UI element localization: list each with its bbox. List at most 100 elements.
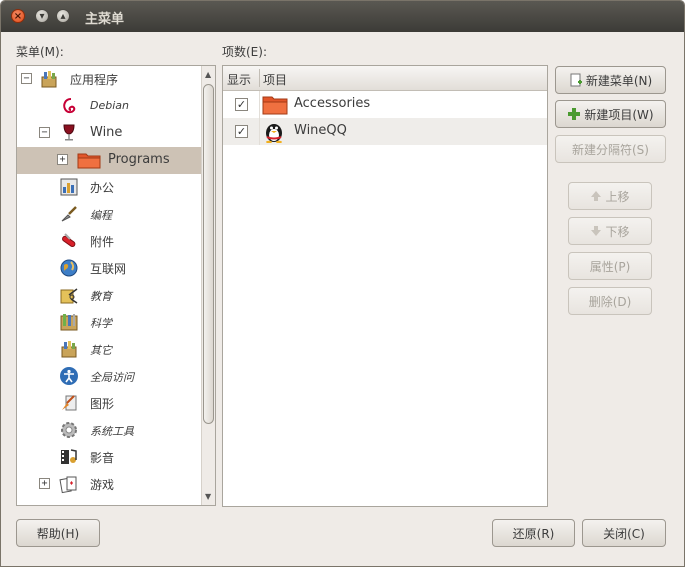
move-up-button-label: 上移 (605, 189, 630, 204)
tree-scrollbar-thumb[interactable] (203, 84, 214, 424)
folder-icon (262, 96, 288, 115)
tree-item-label: 全局访问 (90, 371, 134, 384)
properties-button[interactable]: 属性(P) (568, 252, 652, 280)
science-icon (60, 314, 78, 331)
tree-item-label: Wine (90, 125, 123, 140)
move-down-button-label: 下移 (605, 224, 630, 239)
tree-item-games[interactable]: + 游戏 (17, 471, 202, 498)
maximize-window-button[interactable]: ▴ (56, 9, 70, 23)
list-item[interactable]: ✓ WineQQ (223, 118, 547, 145)
list-item[interactable]: ✓ Accessories (223, 91, 547, 118)
arrow-up-icon (591, 191, 602, 201)
tree-item-debian[interactable]: Debian (17, 93, 202, 120)
debian-icon (63, 98, 76, 114)
expand-icon[interactable]: + (57, 154, 68, 165)
accessibility-icon (60, 367, 78, 385)
tree-item-internet[interactable]: 互联网 (17, 255, 202, 282)
window-title: 主菜单 (85, 12, 125, 27)
tree-item-label: 科学 (90, 317, 112, 330)
qq-penguin-icon (266, 124, 282, 143)
delete-button-label: 删除(D) (588, 294, 632, 309)
column-separator (259, 69, 260, 87)
wine-glass-icon (63, 124, 75, 141)
other-icon (61, 341, 77, 358)
tree-item-label: 影音 (90, 451, 115, 465)
tree-item-label: Programs (108, 152, 170, 167)
new-separator-button[interactable]: 新建分隔符(S) (555, 135, 666, 163)
tree-item-multimedia[interactable]: 影音 (17, 444, 202, 471)
new-menu-button[interactable]: 新建菜单(N) (555, 66, 666, 94)
menus-label: 菜单(M): (16, 45, 64, 59)
column-separator (259, 118, 260, 145)
folder-icon (77, 153, 101, 169)
collapse-icon[interactable]: − (39, 127, 50, 138)
tree-item-label: 图形 (90, 397, 115, 411)
properties-button-label: 属性(P) (589, 259, 631, 274)
close-button-label: 关闭(C) (603, 526, 645, 541)
tree-scrollbar[interactable]: ▲ ▼ (201, 66, 215, 505)
titlebar[interactable]: × ▾ ▴ 主菜单 (1, 1, 684, 32)
folder-icon (39, 501, 59, 506)
tree-item-programming[interactable]: 编程 (17, 201, 202, 228)
delete-button[interactable]: 删除(D) (568, 287, 652, 315)
tree-item-label: 办公 (90, 181, 115, 195)
new-item-button[interactable]: 新建项目(W) (555, 100, 666, 128)
list-item-name: WineQQ (294, 123, 347, 138)
column-separator (259, 91, 260, 118)
office-chart-icon (60, 178, 78, 196)
tree-item-label: 其它 (90, 344, 112, 357)
column-header-show[interactable]: 显示 (227, 71, 251, 88)
column-header-item[interactable]: 项目 (263, 71, 287, 88)
scroll-up-icon[interactable]: ▲ (205, 70, 211, 79)
move-down-button[interactable]: 下移 (568, 217, 652, 245)
multimedia-icon (61, 449, 77, 464)
applications-icon (41, 71, 57, 88)
tree-item-science[interactable]: 科学 (17, 309, 202, 336)
move-up-button[interactable]: 上移 (568, 182, 652, 210)
close-window-button[interactable]: × (11, 9, 25, 23)
show-checkbox[interactable]: ✓ (235, 98, 248, 111)
menu-tree[interactable]: − 应用程序 Debian − Wine + Programs 办公 编程 附件… (16, 65, 216, 506)
scroll-down-icon[interactable]: ▼ (205, 492, 211, 501)
tree-item-label: 应用程序 (70, 73, 119, 87)
tree-item-partial[interactable] (17, 498, 202, 506)
gear-icon (61, 422, 77, 438)
tree-item-universal-access[interactable]: 全局访问 (17, 363, 202, 390)
list-item-name: Accessories (294, 96, 371, 111)
main-menu-window: × ▾ ▴ 主菜单 菜单(M): 项数(E): − 应用程序 Debian − … (0, 0, 685, 567)
items-list[interactable]: 显示 项目 ✓ Accessories ✓ WineQQ (222, 65, 548, 507)
add-icon (568, 108, 581, 120)
tree-item-system-tools[interactable]: 系统工具 (17, 417, 202, 444)
tree-item-education[interactable]: 教育 (17, 282, 202, 309)
tree-item-office[interactable]: 办公 (17, 174, 202, 201)
maximize-icon: ▴ (60, 11, 66, 22)
minimize-window-button[interactable]: ▾ (35, 9, 49, 23)
items-label: 项数(E): (222, 45, 267, 59)
help-button-label: 帮助(H) (36, 526, 80, 541)
tree-item-label: 互联网 (90, 262, 127, 276)
trowel-icon (61, 206, 77, 222)
expand-icon[interactable] (21, 505, 32, 506)
tree-item-applications[interactable]: − 应用程序 (17, 66, 202, 93)
swiss-knife-icon (62, 233, 76, 247)
tree-item-label: 教育 (90, 290, 112, 303)
tree-item-accessories[interactable]: 附件 (17, 228, 202, 255)
education-icon (60, 288, 78, 304)
collapse-icon[interactable]: − (21, 73, 32, 84)
revert-button-label: 还原(R) (512, 526, 555, 541)
help-button[interactable]: 帮助(H) (16, 519, 100, 547)
tree-item-other[interactable]: 其它 (17, 336, 202, 363)
graphics-icon (62, 395, 77, 411)
close-button[interactable]: 关闭(C) (582, 519, 666, 547)
new-menu-icon (570, 73, 582, 87)
tree-item-wine[interactable]: − Wine (17, 120, 202, 147)
show-checkbox[interactable]: ✓ (235, 125, 248, 138)
arrow-down-icon (591, 226, 602, 236)
tree-item-programs[interactable]: + Programs (17, 147, 202, 174)
tree-item-label: 系统工具 (90, 425, 134, 438)
items-list-header: 显示 项目 (223, 66, 547, 91)
tree-item-label: 附件 (90, 235, 115, 249)
expand-icon[interactable]: + (39, 478, 50, 489)
tree-item-graphics[interactable]: 图形 (17, 390, 202, 417)
revert-button[interactable]: 还原(R) (492, 519, 575, 547)
